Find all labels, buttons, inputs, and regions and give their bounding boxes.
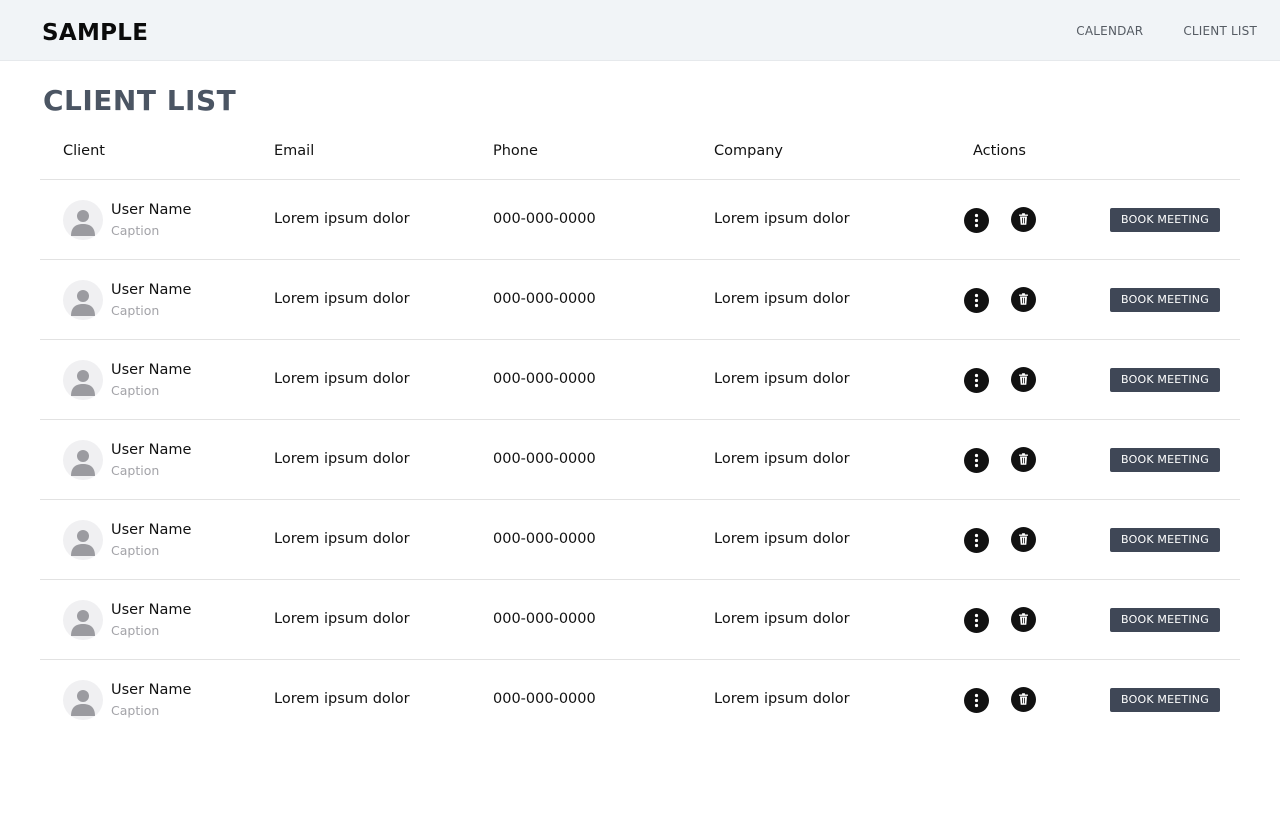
client-phone: 000-000-0000	[493, 691, 596, 707]
more-vertical-icon[interactable]	[964, 288, 989, 313]
client-phone: 000-000-0000	[493, 531, 596, 547]
client-email: Lorem ipsum dolor	[274, 291, 410, 307]
client-caption: Caption	[111, 223, 160, 238]
book-meeting-button[interactable]: BOOK MEETING	[1110, 288, 1220, 312]
column-header-client: Client	[63, 143, 105, 159]
client-email: Lorem ipsum dolor	[274, 691, 410, 707]
user-avatar-icon	[63, 360, 103, 400]
client-name: User Name	[111, 282, 192, 298]
client-phone: 000-000-0000	[493, 291, 596, 307]
user-avatar-icon	[63, 200, 103, 240]
client-company: Lorem ipsum dolor	[714, 611, 850, 627]
main-nav: CALENDAR CLIENT LIST	[1076, 24, 1257, 38]
client-phone: 000-000-0000	[493, 211, 596, 227]
client-email: Lorem ipsum dolor	[274, 371, 410, 387]
client-caption: Caption	[111, 303, 160, 318]
client-company: Lorem ipsum dolor	[714, 531, 850, 547]
column-header-company: Company	[714, 143, 783, 159]
brand-logo[interactable]: SAMPLE	[42, 20, 148, 46]
more-vertical-icon[interactable]	[964, 448, 989, 473]
trash-icon[interactable]	[1011, 207, 1036, 232]
more-vertical-icon[interactable]	[964, 688, 989, 713]
book-meeting-button[interactable]: BOOK MEETING	[1110, 608, 1220, 632]
top-navbar: SAMPLE CALENDAR CLIENT LIST	[0, 0, 1280, 61]
page-title: CLIENT LIST	[43, 84, 237, 117]
trash-icon[interactable]	[1011, 687, 1036, 712]
client-name: User Name	[111, 682, 192, 698]
nav-link-client-list[interactable]: CLIENT LIST	[1183, 24, 1257, 38]
column-header-email: Email	[274, 143, 315, 159]
table-row: User Name Caption Lorem ipsum dolor 000-…	[40, 260, 1240, 340]
more-vertical-icon[interactable]	[964, 208, 989, 233]
book-meeting-button[interactable]: BOOK MEETING	[1110, 528, 1220, 552]
book-meeting-button[interactable]: BOOK MEETING	[1110, 688, 1220, 712]
client-name: User Name	[111, 362, 192, 378]
trash-icon[interactable]	[1011, 447, 1036, 472]
client-email: Lorem ipsum dolor	[274, 611, 410, 627]
client-email: Lorem ipsum dolor	[274, 211, 410, 227]
client-company: Lorem ipsum dolor	[714, 451, 850, 467]
column-header-phone: Phone	[493, 143, 538, 159]
client-phone: 000-000-0000	[493, 451, 596, 467]
table-row: User Name Caption Lorem ipsum dolor 000-…	[40, 500, 1240, 580]
trash-icon[interactable]	[1011, 367, 1036, 392]
user-avatar-icon	[63, 440, 103, 480]
table-row: User Name Caption Lorem ipsum dolor 000-…	[40, 420, 1240, 500]
trash-icon[interactable]	[1011, 287, 1036, 312]
book-meeting-button[interactable]: BOOK MEETING	[1110, 448, 1220, 472]
book-meeting-button[interactable]: BOOK MEETING	[1110, 368, 1220, 392]
user-avatar-icon	[63, 520, 103, 560]
user-avatar-icon	[63, 680, 103, 720]
table-body: User Name Caption Lorem ipsum dolor 000-…	[40, 180, 1240, 739]
trash-icon[interactable]	[1011, 607, 1036, 632]
client-caption: Caption	[111, 463, 160, 478]
client-table: Client Email Phone Company Actions User …	[40, 120, 1240, 739]
client-name: User Name	[111, 602, 192, 618]
client-name: User Name	[111, 442, 192, 458]
client-email: Lorem ipsum dolor	[274, 451, 410, 467]
more-vertical-icon[interactable]	[964, 368, 989, 393]
table-row: User Name Caption Lorem ipsum dolor 000-…	[40, 580, 1240, 660]
nav-link-calendar[interactable]: CALENDAR	[1076, 24, 1143, 38]
client-phone: 000-000-0000	[493, 371, 596, 387]
user-avatar-icon	[63, 600, 103, 640]
client-caption: Caption	[111, 543, 160, 558]
client-caption: Caption	[111, 703, 160, 718]
client-caption: Caption	[111, 623, 160, 638]
column-header-actions: Actions	[973, 143, 1026, 159]
table-row: User Name Caption Lorem ipsum dolor 000-…	[40, 180, 1240, 260]
more-vertical-icon[interactable]	[964, 608, 989, 633]
table-row: User Name Caption Lorem ipsum dolor 000-…	[40, 340, 1240, 420]
trash-icon[interactable]	[1011, 527, 1036, 552]
client-email: Lorem ipsum dolor	[274, 531, 410, 547]
client-name: User Name	[111, 522, 192, 538]
table-row: User Name Caption Lorem ipsum dolor 000-…	[40, 660, 1240, 739]
client-company: Lorem ipsum dolor	[714, 371, 850, 387]
client-company: Lorem ipsum dolor	[714, 691, 850, 707]
client-company: Lorem ipsum dolor	[714, 211, 850, 227]
client-caption: Caption	[111, 383, 160, 398]
client-company: Lorem ipsum dolor	[714, 291, 850, 307]
client-phone: 000-000-0000	[493, 611, 596, 627]
more-vertical-icon[interactable]	[964, 528, 989, 553]
book-meeting-button[interactable]: BOOK MEETING	[1110, 208, 1220, 232]
user-avatar-icon	[63, 280, 103, 320]
table-header: Client Email Phone Company Actions	[40, 120, 1240, 180]
client-name: User Name	[111, 202, 192, 218]
